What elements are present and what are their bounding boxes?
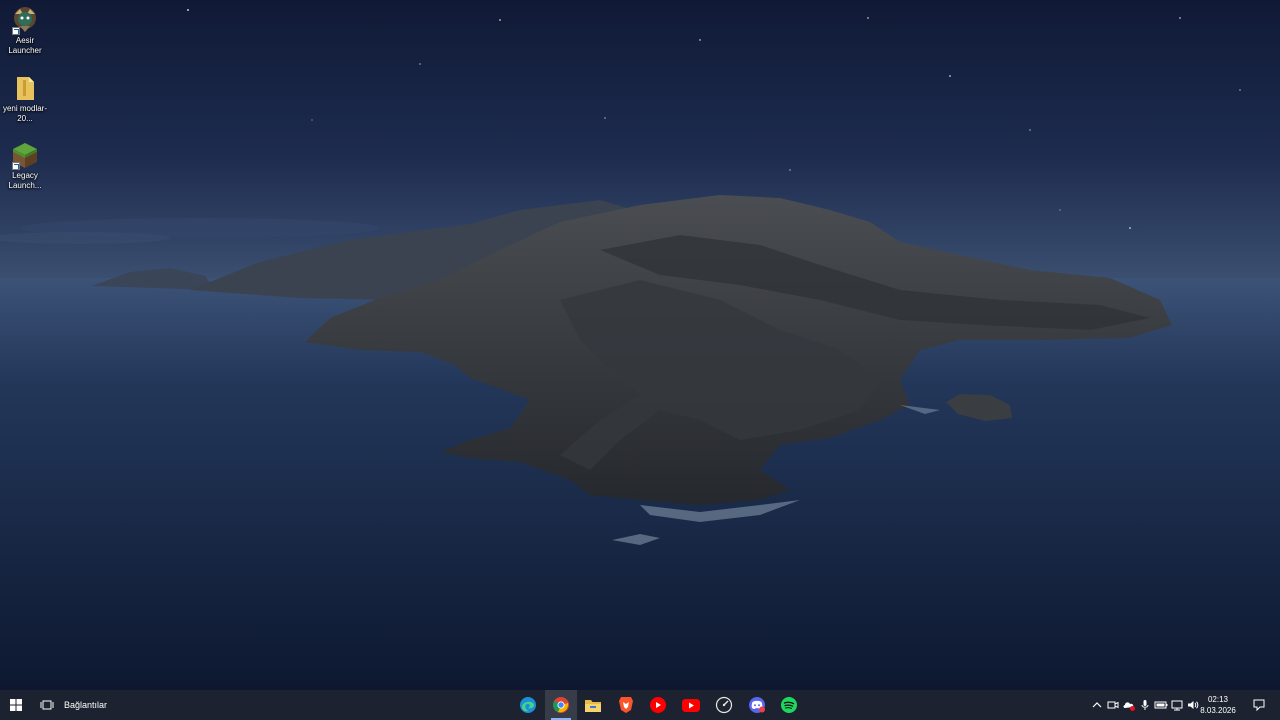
taskbar-app-file-explorer[interactable]	[577, 690, 609, 720]
taskbar-app-spotify[interactable]	[773, 690, 805, 720]
shortcut-arrow-icon	[12, 162, 20, 170]
start-button[interactable]	[0, 690, 32, 720]
desktop-icon-label: Legacy Launch...	[8, 171, 42, 190]
desktop-icon-label: Aesir Launcher	[8, 36, 42, 55]
tray-meet-now[interactable]	[1106, 698, 1120, 712]
discord-icon	[748, 696, 766, 714]
taskbar-app-youtube-music[interactable]	[642, 690, 674, 720]
desktop-icon-legacy-launcher[interactable]: Legacy Launch...	[2, 141, 48, 191]
windows-start-icon	[10, 699, 22, 711]
chevron-up-icon	[1090, 698, 1104, 712]
task-view-button[interactable]	[33, 690, 61, 720]
links-toolbar[interactable]: Bağlantılar	[64, 690, 110, 720]
network-icon	[1170, 698, 1184, 712]
show-hidden-icons-button[interactable]	[1090, 698, 1104, 712]
taskbar-app-chrome[interactable]	[545, 690, 577, 720]
action-center-button[interactable]	[1248, 690, 1270, 720]
notification-icon	[1253, 699, 1265, 711]
taskbar-app-brave[interactable]	[610, 690, 642, 720]
cloud-sync-icon	[1122, 698, 1136, 712]
tray-network[interactable]	[1170, 698, 1184, 712]
taskbar-app-youtube[interactable]	[675, 690, 707, 720]
task-view-icon	[40, 699, 54, 711]
tray-microphone[interactable]	[1138, 698, 1152, 712]
taskbar: Bağlantılar 02:13 8.03.2026	[0, 690, 1280, 720]
desktop-icon-aesir-launcher[interactable]: Aesir Launcher	[2, 6, 48, 56]
speedometer-icon	[715, 696, 733, 714]
tray-battery[interactable]	[1154, 698, 1168, 712]
taskbar-clock[interactable]: 02:13 8.03.2026	[1190, 694, 1246, 716]
desktop-icon-label: yeni modlar-20...	[2, 104, 47, 123]
microsoft-edge-icon	[519, 696, 537, 714]
battery-icon	[1154, 698, 1168, 712]
taskbar-app-edge[interactable]	[512, 690, 544, 720]
youtube-music-icon	[649, 696, 667, 714]
brave-browser-icon	[618, 696, 634, 714]
taskbar-app-discord[interactable]	[741, 690, 773, 720]
desktop-icon-yeni-modlar[interactable]: yeni modlar-20...	[2, 74, 48, 124]
spotify-icon	[780, 696, 798, 714]
clock-time: 02:13	[1207, 695, 1229, 704]
meet-now-icon	[1106, 698, 1120, 712]
tray-cloud-sync[interactable]	[1122, 698, 1136, 712]
clock-date: 8.03.2026	[1200, 706, 1236, 715]
links-label: Bağlantılar	[64, 700, 108, 710]
google-chrome-icon	[552, 696, 570, 714]
youtube-icon	[682, 698, 700, 712]
shortcut-arrow-icon	[12, 27, 20, 35]
folder-icon	[11, 74, 39, 102]
desktop-wallpaper	[0, 0, 1280, 690]
taskbar-app-speed[interactable]	[708, 690, 740, 720]
file-explorer-icon	[584, 697, 602, 713]
microphone-icon	[1138, 698, 1152, 712]
